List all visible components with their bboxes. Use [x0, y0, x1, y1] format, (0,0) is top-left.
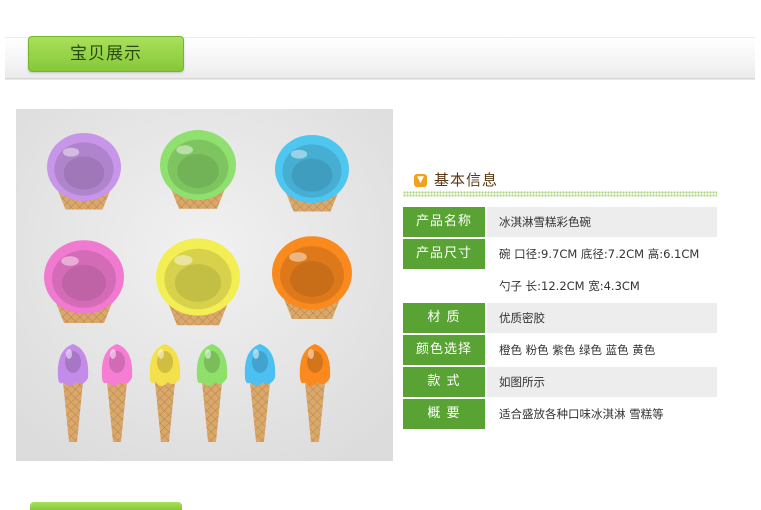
ice-cream-bowls-and-spoons-image — [16, 109, 393, 461]
product-photo — [16, 109, 393, 461]
next-section-tab[interactable] — [30, 502, 182, 510]
header-divider — [5, 78, 755, 79]
table-row: 颜色选择 橙色 粉色 紫色 绿色 蓝色 黄色 — [403, 335, 717, 365]
row-label: 产品名称 — [403, 207, 485, 237]
arrow-down-icon: ▼ — [414, 174, 427, 187]
table-row: 款 式 如图所示 — [403, 367, 717, 397]
row-label — [403, 271, 485, 301]
row-value: 优质密胶 — [487, 303, 717, 333]
row-value: 适合盛放各种口味冰淇淋 雪糕等 — [487, 399, 717, 429]
row-value: 橙色 粉色 紫色 绿色 蓝色 黄色 — [487, 335, 717, 365]
row-label: 颜色选择 — [403, 335, 485, 365]
section-tab-title[interactable]: 宝贝展示 — [28, 36, 184, 72]
row-label: 款 式 — [403, 367, 485, 397]
row-label: 材 质 — [403, 303, 485, 333]
table-row: 勺子 长:12.2CM 宽:4.3CM — [403, 271, 717, 301]
info-title-text: 基本信息 — [434, 171, 499, 189]
dotted-divider — [403, 191, 717, 197]
table-row: 产品名称 冰淇淋雪糕彩色碗 — [403, 207, 717, 237]
row-value: 勺子 长:12.2CM 宽:4.3CM — [487, 271, 717, 301]
row-label: 概 要 — [403, 399, 485, 429]
row-value: 碗 口径:9.7CM 底径:7.2CM 高:6.1CM — [487, 239, 717, 269]
row-value: 冰淇淋雪糕彩色碗 — [487, 207, 717, 237]
table-row: 材 质 优质密胶 — [403, 303, 717, 333]
product-info-table: 产品名称 冰淇淋雪糕彩色碗 产品尺寸 碗 口径:9.7CM 底径:7.2CM 高… — [403, 207, 717, 431]
table-row: 概 要 适合盛放各种口味冰淇淋 雪糕等 — [403, 399, 717, 429]
table-row: 产品尺寸 碗 口径:9.7CM 底径:7.2CM 高:6.1CM — [403, 239, 717, 269]
row-value: 如图所示 — [487, 367, 717, 397]
info-section-title: ▼ 基本信息 — [403, 163, 717, 197]
row-label: 产品尺寸 — [403, 239, 485, 269]
